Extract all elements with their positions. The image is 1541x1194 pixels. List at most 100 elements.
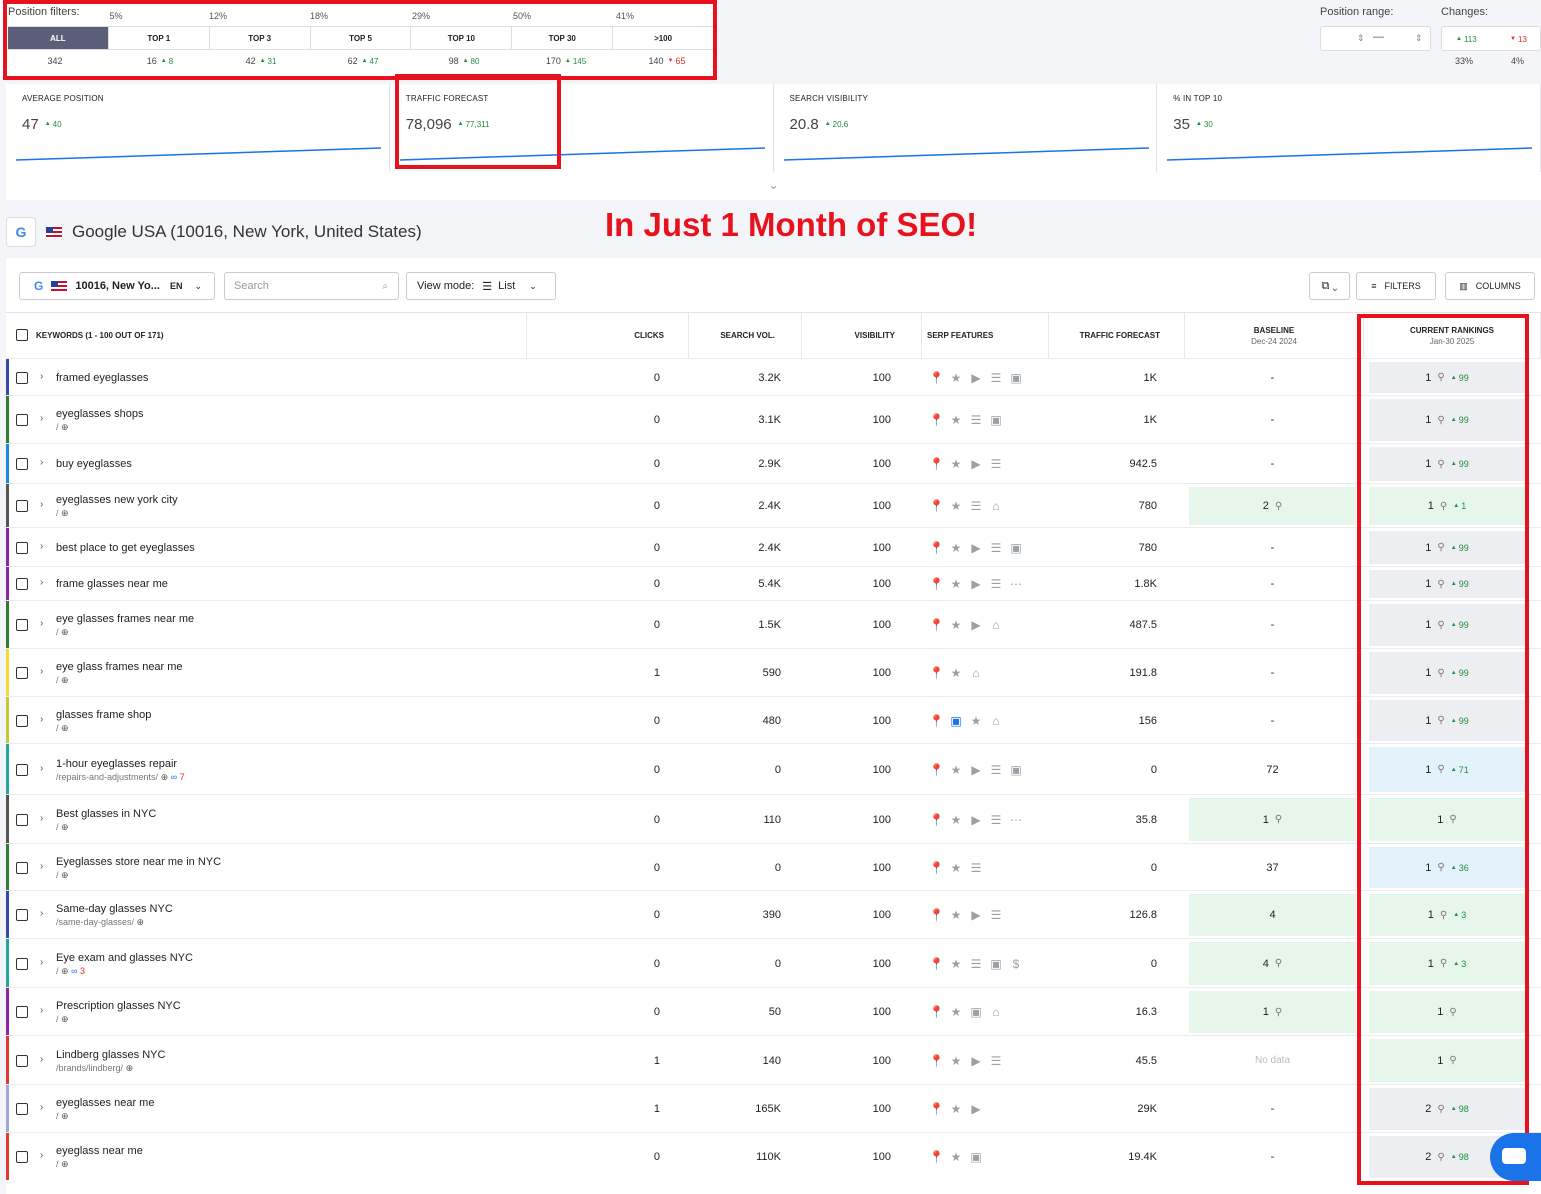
- table-row[interactable]: › eye glass frames near me / ⊕ 1 590 100 📍 ★ ⌂ 19…: [6, 648, 1541, 696]
- keyword-url[interactable]: / ⊕: [56, 870, 69, 881]
- pin-icon[interactable]: 📍: [929, 500, 944, 512]
- list-icon[interactable]: ☰: [969, 862, 983, 874]
- keyword-text[interactable]: Best glasses in NYC: [56, 808, 156, 820]
- pin-icon[interactable]: 📍: [929, 619, 944, 631]
- columns-button[interactable]: ▥ COLUMNS: [1445, 272, 1535, 300]
- range-to-stepper[interactable]: ⇕: [1415, 33, 1423, 44]
- current-ranking-cell[interactable]: 1 ⚲: [1369, 991, 1525, 1033]
- pin-icon[interactable]: 📍: [929, 814, 944, 826]
- star-icon[interactable]: ★: [949, 958, 963, 970]
- pin-icon[interactable]: 📍: [929, 1055, 944, 1067]
- video-icon[interactable]: ▶: [969, 578, 983, 590]
- current-ranking-cell[interactable]: 1 ⚲ 99: [1369, 604, 1525, 646]
- pin-icon[interactable]: 📍: [929, 764, 944, 776]
- table-row[interactable]: › Lindberg glasses NYC/brands/lindberg/ ⊕…: [6, 1035, 1541, 1084]
- filters-button[interactable]: ≡ FILTERS: [1356, 272, 1436, 300]
- current-ranking-cell[interactable]: 1 ⚲ 71: [1369, 747, 1525, 792]
- star-icon[interactable]: ★: [949, 619, 963, 631]
- current-ranking-cell[interactable]: 1 ⚲: [1369, 798, 1525, 841]
- row-checkbox[interactable]: [16, 1054, 28, 1067]
- table-row[interactable]: › eyeglasses near me / ⊕ 1 165K 100 📍 ★ ▶ 29K - 2 ⚲ 9…: [6, 1084, 1541, 1132]
- row-checkbox[interactable]: [16, 813, 28, 826]
- row-checkbox[interactable]: [16, 500, 28, 512]
- keyword-text[interactable]: eye glass frames near me: [56, 661, 183, 673]
- chevron-right-icon[interactable]: ›: [40, 1005, 43, 1016]
- keyword-url[interactable]: / ⊕: [56, 1159, 69, 1170]
- shop-icon[interactable]: ⌂: [989, 715, 1003, 727]
- table-row[interactable]: › eyeglass near me / ⊕ 0 110K 100 📍 ★ ▣ 19.4K - 2 ⚲ 9…: [6, 1132, 1541, 1180]
- pin-icon[interactable]: 📍: [929, 542, 944, 554]
- table-row[interactable]: › 1-hour eyeglasses repair/repairs-and-ad…: [6, 743, 1541, 794]
- star-icon[interactable]: ★: [949, 542, 963, 554]
- coin-icon[interactable]: $: [1009, 958, 1023, 970]
- row-checkbox[interactable]: [16, 861, 28, 874]
- link-icon[interactable]: ∞: [171, 772, 177, 782]
- image-icon[interactable]: ▣: [1009, 542, 1023, 554]
- image-icon[interactable]: ▣: [1009, 764, 1023, 776]
- star-icon[interactable]: ★: [949, 1006, 963, 1018]
- star-icon[interactable]: ★: [949, 458, 963, 470]
- shop-icon[interactable]: ⌂: [969, 667, 983, 679]
- table-row[interactable]: › best place to get eyeglasses 0 2.4K 100 📍 ★ ▶…: [6, 527, 1541, 566]
- current-ranking-cell[interactable]: 1 ⚲ 99: [1369, 700, 1525, 741]
- zoom-icon[interactable]: ⊕: [61, 870, 69, 880]
- chevron-right-icon[interactable]: ›: [40, 371, 43, 382]
- current-ranking-cell[interactable]: 2 ⚲ 98: [1369, 1088, 1525, 1130]
- pin-icon[interactable]: 📍: [929, 1006, 944, 1018]
- metric-card[interactable]: SEARCH VISIBILITY 20.8 20.6: [774, 84, 1158, 172]
- current-ranking-cell[interactable]: 1 ⚲ 99: [1369, 570, 1525, 598]
- imageblue-icon[interactable]: ▣: [949, 715, 963, 727]
- keyword-text[interactable]: best place to get eyeglasses: [56, 542, 195, 554]
- changes-down[interactable]: 13: [1510, 35, 1527, 44]
- row-checkbox[interactable]: [16, 1151, 28, 1163]
- copy-button[interactable]: ⧉ ⌄: [1309, 272, 1350, 300]
- video-icon[interactable]: ▶: [969, 1055, 983, 1067]
- pin-icon[interactable]: 📍: [929, 1103, 944, 1115]
- keyword-url[interactable]: / ⊕: [56, 627, 69, 638]
- row-checkbox[interactable]: [16, 1006, 28, 1018]
- table-row[interactable]: › Best glasses in NYC / ⊕ 0 110 100 📍 ★ ▶ ☰ ⋯ 35.8 1…: [6, 794, 1541, 843]
- pin-icon[interactable]: 📍: [929, 458, 944, 470]
- zoom-icon[interactable]: ⊕: [61, 966, 69, 976]
- filter-tab[interactable]: TOP 3: [210, 27, 311, 49]
- chat-widget-button[interactable]: [1490, 1133, 1541, 1181]
- chevron-right-icon[interactable]: ›: [40, 813, 43, 824]
- list-icon[interactable]: ☰: [969, 414, 983, 426]
- image-icon[interactable]: ▣: [969, 1006, 983, 1018]
- chevron-right-icon[interactable]: ›: [40, 861, 43, 872]
- keyword-url[interactable]: / ⊕: [56, 1014, 69, 1025]
- pin-icon[interactable]: 📍: [929, 578, 944, 590]
- keyword-url[interactable]: /same-day-glasses/ ⊕: [56, 917, 144, 928]
- keyword-text[interactable]: eyeglasses new york city: [56, 494, 178, 506]
- keyword-text[interactable]: Prescription glasses NYC: [56, 1000, 181, 1012]
- keyword-text[interactable]: frame glasses near me: [56, 578, 168, 590]
- chevron-down-icon[interactable]: ⌄: [6, 172, 1541, 200]
- row-checkbox[interactable]: [16, 667, 28, 679]
- row-checkbox[interactable]: [16, 414, 28, 426]
- chevron-right-icon[interactable]: ›: [40, 1054, 43, 1065]
- range-from-stepper[interactable]: ⇕: [1357, 33, 1365, 44]
- filter-tab[interactable]: TOP 30: [512, 27, 614, 49]
- current-ranking-cell[interactable]: 1 ⚲: [1369, 1039, 1525, 1082]
- zoom-icon[interactable]: ⊕: [61, 675, 69, 685]
- keyword-text[interactable]: Eye exam and glasses NYC: [56, 952, 193, 964]
- keyword-url[interactable]: / ⊕: [56, 422, 69, 433]
- keyword-url[interactable]: / ⊕: [56, 822, 69, 833]
- current-ranking-cell[interactable]: 1 ⚲ 99: [1369, 531, 1525, 564]
- shop-icon[interactable]: ⌂: [989, 500, 1003, 512]
- list-icon[interactable]: ☰: [989, 764, 1003, 776]
- header-current-rankings[interactable]: CURRENT RANKINGS Jan-30 2025: [1364, 313, 1541, 358]
- video-icon[interactable]: ▶: [969, 619, 983, 631]
- chevron-right-icon[interactable]: ›: [40, 666, 43, 677]
- row-checkbox[interactable]: [16, 458, 28, 470]
- star-icon[interactable]: ★: [949, 578, 963, 590]
- search-input[interactable]: Search ⌕: [224, 272, 399, 300]
- keyword-text[interactable]: glasses frame shop: [56, 709, 151, 721]
- video-icon[interactable]: ▶: [969, 909, 983, 921]
- image-icon[interactable]: ▣: [989, 414, 1003, 426]
- image-icon[interactable]: ▣: [1009, 372, 1023, 384]
- shop-icon[interactable]: ⌂: [989, 619, 1003, 631]
- chevron-right-icon[interactable]: ›: [40, 908, 43, 919]
- keyword-text[interactable]: 1-hour eyeglasses repair: [56, 758, 177, 770]
- image-icon[interactable]: ▣: [969, 1151, 983, 1163]
